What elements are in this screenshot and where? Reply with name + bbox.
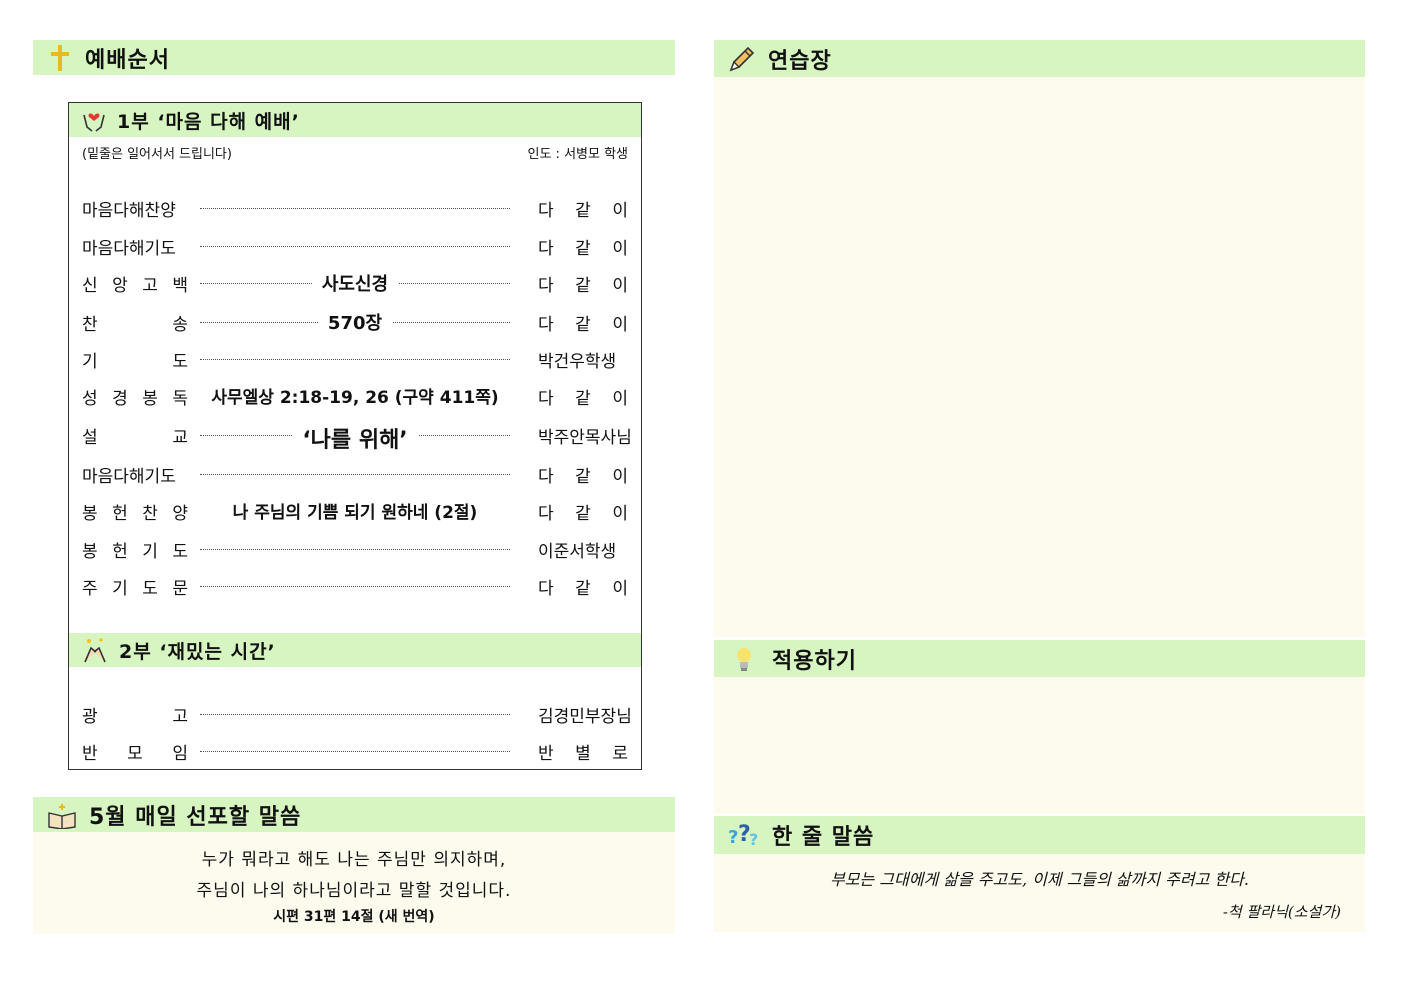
high-five-icon <box>81 636 109 664</box>
order-label: 찬 송 <box>82 315 188 335</box>
dotted-leader <box>200 714 510 715</box>
verse-line-2: 주님이 나의 하나님이라고 말할 것입니다. <box>196 881 512 901</box>
order-row: 주 기 도 문다 같 이 <box>82 574 628 599</box>
part2-header: 2부 ‘재밌는 시간’ <box>69 633 641 667</box>
order-person: 다 같 이 <box>538 579 628 599</box>
dotted-leader <box>200 359 510 360</box>
dotted-leader <box>200 549 510 550</box>
order-row: 기 도 박건우학생 <box>82 347 628 372</box>
order-label: 설 교 <box>82 428 188 448</box>
order-row: 찬 송 570장 다 같 이 <box>82 309 628 335</box>
order-row: 신 앙 고 백 사도신경 다 같 이 <box>82 270 628 296</box>
part1-header: 1부 ‘마음 다해 예배’ <box>69 103 641 137</box>
order-row: 마음다해기도 다 같 이 <box>82 234 628 259</box>
lightbulb-icon <box>734 645 754 673</box>
order-detail-text: 570장 <box>317 313 393 334</box>
worship-section-header: 예배순서 <box>33 40 675 75</box>
practice-title: 연습장 <box>768 48 832 74</box>
oneline-section-header: ? ? ? 한 줄 말씀 <box>714 816 1365 854</box>
practice-section-header: 연습장 <box>714 40 1365 77</box>
order-row: 마음다해기도 다 같 이 <box>82 462 628 487</box>
dotted-leader <box>200 751 510 752</box>
order-label: 광 고 <box>82 707 188 727</box>
order-label: 반 모 임 <box>82 744 188 764</box>
order-person: 반 별 로 <box>538 744 628 764</box>
order-label: 신 앙 고 백 <box>82 276 188 296</box>
order-row: 광 고 김경민부장님 <box>82 702 632 727</box>
order-person: 이준서학생 <box>538 542 617 562</box>
order-label: 기 도 <box>82 352 188 372</box>
bible-icon <box>47 801 77 829</box>
order-row: 반 모 임반 별 로 <box>82 739 628 764</box>
order-detail-text: 나 주님의 기쁨 되기 원하네 (2절) <box>232 503 478 523</box>
order-label: 마음다해기도 <box>82 239 176 259</box>
order-person: 다 같 이 <box>538 276 628 296</box>
order-detail: ‘나를 위해’ <box>200 422 510 454</box>
order-person: 다 같 이 <box>538 389 628 409</box>
oneline-title: 한 줄 말씀 <box>772 825 875 850</box>
order-detail: 사도신경 <box>200 270 510 296</box>
order-person: 다 같 이 <box>538 315 628 335</box>
verse-line-1: 누가 뭐라고 해도 나는 주님만 의지하며, <box>201 850 507 870</box>
apply-area[interactable] <box>714 677 1365 814</box>
order-person: 김경민부장님 <box>538 707 632 727</box>
order-label: 봉 헌 기 도 <box>82 542 188 562</box>
verse-title: 5월 매일 선포할 말씀 <box>89 804 302 830</box>
dotted-leader <box>200 474 510 475</box>
oneline-author: -척 팔라닉(소설가) <box>1222 903 1341 921</box>
svg-text:?: ? <box>749 830 758 849</box>
verse-reference: 시편 31편 14절 (새 번역) <box>273 909 435 925</box>
oneline-panel: 부모는 그대에게 삶을 주고도, 이제 그들의 삶까지 주려고 한다. -척 팔… <box>714 854 1365 932</box>
order-detail: 사무엘상 2:18-19, 26 (구약 411쪽) <box>200 383 510 408</box>
dotted-leader <box>200 208 510 209</box>
order-detail-text: ‘나를 위해’ <box>292 428 418 453</box>
order-row: 마음다해찬양 다 같 이 <box>82 196 628 221</box>
cross-icon <box>49 43 71 73</box>
order-label: 주 기 도 문 <box>82 579 188 599</box>
praying-hands-heart-icon <box>81 107 107 133</box>
question-marks-icon: ? ? ? <box>728 821 760 849</box>
worship-title: 예배순서 <box>85 47 170 73</box>
verse-section-header: 5월 매일 선포할 말씀 <box>33 797 675 832</box>
order-label: 성 경 봉 독 <box>82 389 188 409</box>
order-person: 다 같 이 <box>538 467 628 487</box>
standing-note: (밑줄은 일어서서 드립니다) <box>82 147 232 162</box>
dotted-leader <box>200 586 510 587</box>
order-label: 마음다해기도 <box>82 467 176 487</box>
order-person: 다 같 이 <box>538 504 628 524</box>
order-detail: 나 주님의 기쁨 되기 원하네 (2절) <box>200 498 510 523</box>
dotted-leader <box>200 246 510 247</box>
order-person: 다 같 이 <box>538 201 628 221</box>
order-row: 성 경 봉 독 사무엘상 2:18-19, 26 (구약 411쪽) 다 같 이 <box>82 383 628 409</box>
leader-note: 인도 : 서병모 학생 <box>527 147 629 162</box>
svg-text:?: ? <box>728 827 738 848</box>
order-person: 박주안목사님 <box>538 428 632 448</box>
apply-title: 적용하기 <box>772 648 857 674</box>
order-row: 봉 헌 기 도 이준서학생 <box>82 537 628 562</box>
order-row: 설 교 ‘나를 위해’ 박주안목사님 <box>82 423 632 453</box>
part1-title: 1부 ‘마음 다해 예배’ <box>117 110 300 133</box>
order-detail: 570장 <box>200 309 510 335</box>
order-label: 봉 헌 찬 양 <box>82 504 188 524</box>
apply-section-header: 적용하기 <box>714 640 1365 677</box>
order-row: 봉 헌 찬 양 나 주님의 기쁨 되기 원하네 (2절) 다 같 이 <box>82 498 628 524</box>
verse-panel: 누가 뭐라고 해도 나는 주님만 의지하며, 주님이 나의 하나님이라고 말할 … <box>33 832 675 934</box>
part2-title: 2부 ‘재밌는 시간’ <box>119 640 276 663</box>
order-label: 마음다해찬양 <box>82 201 176 221</box>
order-person: 박건우학생 <box>538 352 617 372</box>
pencil-icon <box>728 45 756 73</box>
order-person: 다 같 이 <box>538 239 628 259</box>
oneline-quote: 부모는 그대에게 삶을 주고도, 이제 그들의 삶까지 주려고 한다. <box>830 870 1249 889</box>
order-detail-text: 사무엘상 2:18-19, 26 (구약 411쪽) <box>211 388 499 408</box>
practice-area[interactable] <box>714 77 1365 637</box>
order-detail-text: 사도신경 <box>311 274 399 295</box>
worship-order-box: 1부 ‘마음 다해 예배’ (밑줄은 일어서서 드립니다) 인도 : 서병모 학… <box>68 102 642 770</box>
